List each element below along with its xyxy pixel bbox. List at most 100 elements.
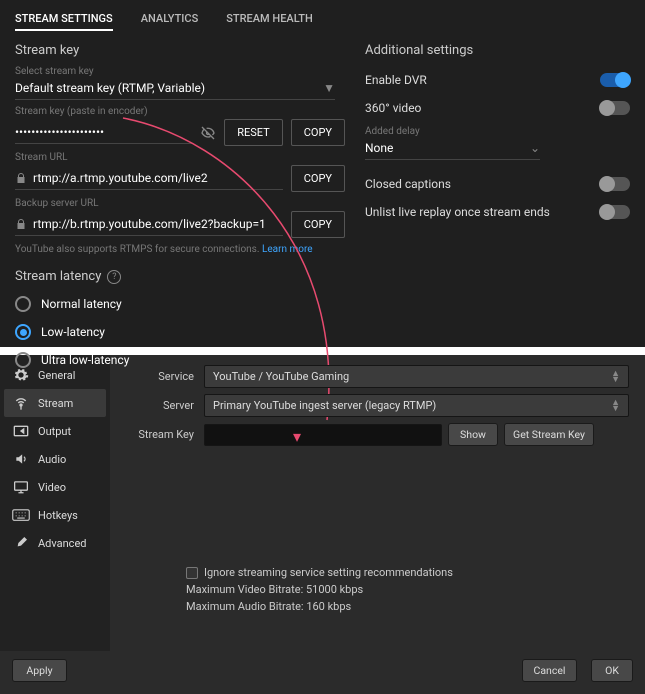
service-value: YouTube / YouTube Gaming <box>213 370 349 383</box>
copy-url-button[interactable]: COPY <box>291 165 345 192</box>
stream-key-input[interactable]: ▾ <box>204 424 442 446</box>
help-icon[interactable]: ? <box>107 270 121 284</box>
sidebar-item-output[interactable]: Output <box>4 417 106 445</box>
speaker-icon <box>12 452 30 466</box>
checkbox-icon[interactable] <box>186 567 198 579</box>
cancel-button[interactable]: Cancel <box>522 659 577 682</box>
radio-icon <box>15 324 31 340</box>
learn-more-link[interactable]: Learn more <box>262 244 313 255</box>
updown-icon: ▲▼ <box>611 400 620 412</box>
updown-icon: ▲▼ <box>611 371 620 383</box>
rtmps-helper: YouTube also supports RTMPS for secure c… <box>15 244 345 255</box>
gear-icon <box>12 368 30 382</box>
ignore-recommendations-row[interactable]: Ignore streaming service setting recomme… <box>186 566 629 579</box>
ok-button[interactable]: OK <box>591 659 633 682</box>
sidebar-item-label: Audio <box>38 453 66 466</box>
max-audio-bitrate: Maximum Audio Bitrate: 160 kbps <box>186 600 629 613</box>
stream-url-label: Stream URL <box>15 152 345 163</box>
stream-latency-label: Stream latency <box>15 269 101 284</box>
backup-url-value[interactable] <box>33 217 283 231</box>
stream-key-input-wrap: •••••••••••••••••••••• <box>15 121 192 144</box>
latency-low[interactable]: Low-latency <box>15 324 345 340</box>
unlist-replay-row: Unlist live replay once stream ends <box>365 198 630 226</box>
obs-settings-panel: General Stream Output Audio Video Hotkey… <box>0 355 645 694</box>
closed-captions-toggle[interactable] <box>600 177 630 191</box>
added-delay-value: None <box>365 141 393 155</box>
lock-icon <box>15 218 27 230</box>
visibility-off-icon[interactable] <box>200 125 216 141</box>
chevron-down-icon: ⌄ <box>530 141 540 155</box>
antenna-icon <box>12 396 30 410</box>
stream-key-field-label: Stream key (paste in encoder) <box>15 106 345 117</box>
stream-latency-heading: Stream latency ? <box>15 269 345 284</box>
youtube-stream-settings-panel: STREAM SETTINGS ANALYTICS STREAM HEALTH … <box>0 0 645 347</box>
sidebar-item-label: Output <box>38 425 71 438</box>
server-select[interactable]: Primary YouTube ingest server (legacy RT… <box>204 394 629 417</box>
tools-icon <box>12 536 30 550</box>
radio-icon <box>15 296 31 312</box>
obs-footer: Apply Cancel OK <box>0 651 645 694</box>
lock-icon <box>15 172 27 184</box>
sidebar-item-label: Advanced <box>38 537 86 550</box>
select-stream-key-label: Select stream key <box>15 66 345 77</box>
arrowhead-icon: ▾ <box>293 427 301 446</box>
copy-backup-button[interactable]: COPY <box>291 211 345 238</box>
get-stream-key-button[interactable]: Get Stream Key <box>504 423 594 446</box>
sidebar-item-audio[interactable]: Audio <box>4 445 106 473</box>
server-label: Server <box>126 399 204 412</box>
stream-key-select-value: Default stream key (RTMP, Variable) <box>15 81 205 95</box>
enable-dvr-toggle[interactable] <box>600 73 630 87</box>
latency-low-label: Low-latency <box>41 325 105 339</box>
video-360-toggle[interactable] <box>600 101 630 115</box>
service-label: Service <box>126 370 204 383</box>
backup-url-label: Backup server URL <box>15 198 345 209</box>
stream-key-select[interactable]: Default stream key (RTMP, Variable) ▼ <box>15 77 335 100</box>
unlist-replay-toggle[interactable] <box>600 205 630 219</box>
copy-key-button[interactable]: COPY <box>291 119 345 146</box>
show-button[interactable]: Show <box>448 423 498 446</box>
sidebar-item-hotkeys[interactable]: Hotkeys <box>4 501 106 529</box>
sidebar-item-advanced[interactable]: Advanced <box>4 529 106 557</box>
ignore-recommendations-label: Ignore streaming service setting recomme… <box>204 566 453 579</box>
tab-analytics[interactable]: ANALYTICS <box>141 8 199 31</box>
tab-bar: STREAM SETTINGS ANALYTICS STREAM HEALTH <box>15 0 630 31</box>
obs-sidebar: General Stream Output Audio Video Hotkey… <box>0 355 110 651</box>
server-value: Primary YouTube ingest server (legacy RT… <box>213 399 436 412</box>
stream-url-input[interactable] <box>15 167 283 190</box>
output-icon <box>12 424 30 438</box>
apply-button[interactable]: Apply <box>12 659 67 682</box>
video-360-label: 360° video <box>365 101 421 115</box>
closed-captions-label: Closed captions <box>365 177 451 191</box>
max-video-bitrate: Maximum Video Bitrate: 51000 kbps <box>186 583 629 596</box>
monitor-icon <box>12 480 30 494</box>
tab-stream-settings[interactable]: STREAM SETTINGS <box>15 8 113 31</box>
stream-key-label: Stream Key <box>126 428 204 441</box>
obs-main: Service YouTube / YouTube Gaming ▲▼ Serv… <box>110 355 645 651</box>
latency-normal[interactable]: Normal latency <box>15 296 345 312</box>
closed-captions-row: Closed captions <box>365 170 630 198</box>
stream-key-heading: Stream key <box>15 43 345 58</box>
sidebar-item-label: Video <box>38 481 66 494</box>
enable-dvr-label: Enable DVR <box>365 73 427 87</box>
sidebar-item-stream[interactable]: Stream <box>4 389 106 417</box>
sidebar-item-label: Hotkeys <box>38 509 78 522</box>
latency-normal-label: Normal latency <box>41 297 122 311</box>
stream-url-value[interactable] <box>33 171 283 185</box>
sidebar-item-label: General <box>38 369 75 382</box>
reset-button[interactable]: RESET <box>224 119 282 146</box>
added-delay-label: Added delay <box>365 126 630 137</box>
additional-settings-heading: Additional settings <box>365 43 630 58</box>
sidebar-item-video[interactable]: Video <box>4 473 106 501</box>
rtmps-helper-text: YouTube also supports RTMPS for secure c… <box>15 244 262 255</box>
added-delay-select[interactable]: None ⌄ <box>365 137 540 160</box>
enable-dvr-row: Enable DVR <box>365 66 630 94</box>
stream-key-value: •••••••••••••••••••••• <box>15 125 104 139</box>
stream-key-section: Stream key Select stream key Default str… <box>15 43 345 368</box>
additional-settings-section: Additional settings Enable DVR 360° vide… <box>365 43 630 368</box>
backup-url-input[interactable] <box>15 213 283 236</box>
sidebar-item-label: Stream <box>38 397 73 410</box>
radio-icon <box>15 352 31 368</box>
tab-stream-health[interactable]: STREAM HEALTH <box>226 8 313 31</box>
service-select[interactable]: YouTube / YouTube Gaming ▲▼ <box>204 365 629 388</box>
unlist-replay-label: Unlist live replay once stream ends <box>365 205 550 219</box>
